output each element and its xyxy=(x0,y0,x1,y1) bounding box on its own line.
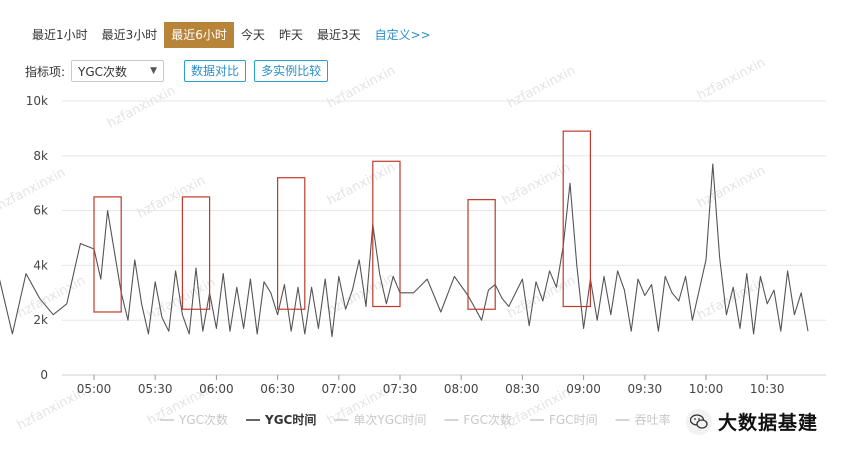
x-tick-label: 06:30 xyxy=(260,382,295,396)
x-tick-label: 10:00 xyxy=(689,382,724,396)
legend-item[interactable]: FGC次数 xyxy=(463,412,512,427)
x-tick-label: 05:00 xyxy=(77,382,112,396)
legend-item[interactable]: FGC时间 xyxy=(549,413,598,427)
spike-highlight-box xyxy=(467,199,496,310)
watermark-text: hzfanxinxin xyxy=(500,160,573,208)
watermark-text: hzfanxinxin xyxy=(325,160,398,208)
x-tick-label: 09:00 xyxy=(566,382,601,396)
watermark-text: hzfanxinxin xyxy=(325,63,398,111)
legend-item[interactable]: YGC次数 xyxy=(178,412,228,427)
x-tick-label: 09:30 xyxy=(628,382,663,396)
x-tick-label: 08:00 xyxy=(444,382,479,396)
y-tick-label: 0 xyxy=(40,368,48,382)
watermark-text: hzfanxinxin xyxy=(695,275,768,323)
wechat-icon xyxy=(686,408,712,435)
x-tick-label: 10:30 xyxy=(750,382,785,396)
y-tick-label: 2k xyxy=(33,313,48,327)
x-tick-label: 07:00 xyxy=(322,382,357,396)
y-tick-label: 10k xyxy=(26,94,48,108)
spike-highlight-box xyxy=(277,177,306,310)
watermark-text: hzfanxinxin xyxy=(505,63,578,111)
ygc-line-chart: hzfanxinxin hzfanxinxin hzfanxinxin hzfanxi… xyxy=(0,55,826,434)
x-tick-label: 05:30 xyxy=(138,382,173,396)
watermark-text: hzfanxinxin xyxy=(105,83,178,131)
watermark-text: hzfanxinxin xyxy=(15,273,88,321)
x-tick-label: 06:00 xyxy=(199,382,234,396)
watermark-text: hzfanxinxin xyxy=(695,163,768,211)
legend-item[interactable]: 单次YGC时间 xyxy=(353,413,426,427)
y-tick-label: 4k xyxy=(33,258,48,272)
y-tick-label: 6k xyxy=(33,204,48,218)
x-tick-label: 07:30 xyxy=(383,382,418,396)
legend-item[interactable]: YGC时间 xyxy=(264,412,316,427)
corner-brand: 大数据基建 xyxy=(686,408,818,435)
watermark-text: hzfanxinxin xyxy=(695,55,768,103)
x-tick-label: 08:30 xyxy=(505,382,540,396)
corner-brand-label: 大数据基建 xyxy=(718,412,819,434)
legend-item[interactable]: 吞吐率 xyxy=(635,412,671,427)
y-tick-label: 8k xyxy=(33,149,48,163)
